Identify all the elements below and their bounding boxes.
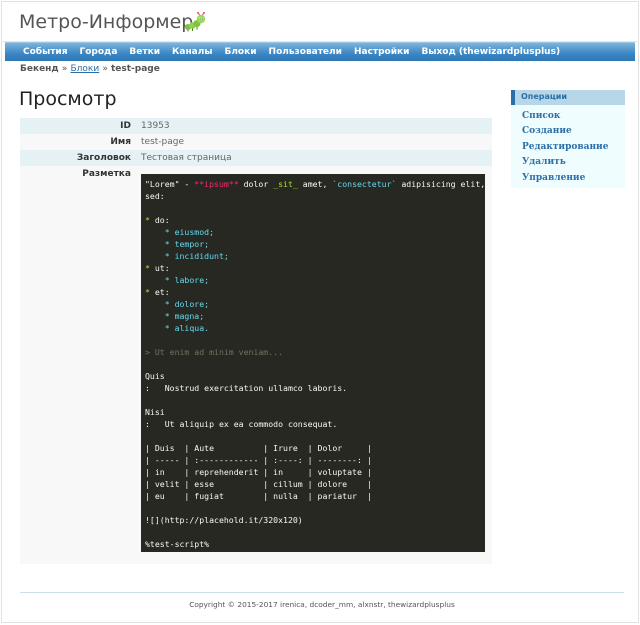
detail-label: Разметка	[20, 166, 135, 564]
markup-code-block: "Lorem" - **ipsum** dolor _sit_ amet, `c…	[141, 174, 485, 552]
footer: Copyright © 2015-2017 irenica, dcoder_mm…	[20, 592, 624, 609]
code-line: | in | reprehenderit | in | voluptate |	[145, 467, 372, 477]
detail-row-markup: Разметка "Lorem" - **ipsum** dolor _sit_…	[20, 166, 492, 564]
code-line: sed:	[145, 191, 165, 201]
footer-copyright: Copyright © 2015-2017 irenica, dcoder_mm…	[189, 600, 455, 609]
code-line: * do:	[145, 215, 170, 225]
detail-label: Заголовок	[20, 150, 135, 166]
menu-item-users[interactable]: Пользователи	[263, 43, 348, 58]
code-line: | ----- | :------------ | :----: | -----…	[145, 455, 372, 465]
sidebar-item-delete[interactable]: Удалить	[522, 155, 625, 170]
code-line: | velit | esse | cillum | dolore |	[145, 479, 372, 489]
code-line: * ut:	[145, 263, 170, 273]
sidebar-item-list[interactable]: Список	[522, 109, 625, 124]
sidebar-title: Операции	[511, 90, 625, 105]
code-line: %test-script%	[145, 539, 210, 549]
page-title: Просмотр	[19, 88, 117, 110]
menu-item-cities[interactable]: Города	[74, 43, 124, 58]
code-line: * incididunt;	[164, 251, 229, 261]
code-line: ![](http://placehold.it/320x120)	[145, 515, 303, 525]
caterpillar-icon	[184, 12, 206, 32]
code-line: * eiusmod;	[164, 227, 215, 237]
menu-item-blocks[interactable]: Блоки	[218, 43, 262, 58]
sidebar-item-edit[interactable]: Редактирование	[522, 140, 625, 155]
detail-row-name: Имя test-page	[20, 134, 492, 150]
code-line: * labore;	[164, 275, 210, 285]
header: Метро-Информер	[2, 2, 638, 42]
breadcrumb-link-blocks[interactable]: Блоки	[70, 64, 99, 74]
code-line: * dolore;	[164, 299, 210, 309]
detail-row-title: Заголовок Тестовая страница	[20, 150, 492, 166]
code-line: "Lorem" - **ipsum** dolor _sit_ amet, `c…	[145, 179, 485, 189]
breadcrumb-root: Бекенд	[20, 64, 59, 74]
code-line: > Ut enim ad minim veniam...	[145, 347, 284, 357]
menu-item-logout[interactable]: Выход (thewizardplusplus)	[415, 43, 566, 58]
detail-label: ID	[20, 118, 135, 134]
code-line: : Nostrud exercitation ullamco laboris.	[145, 383, 348, 393]
code-line: * tempor;	[164, 239, 210, 249]
detail-value: "Lorem" - **ipsum** dolor _sit_ amet, `c…	[135, 166, 492, 564]
breadcrumb: Бекенд » Блоки » test-page	[20, 64, 160, 74]
detail-value: Тестовая страница	[135, 150, 492, 166]
menu-item-channels[interactable]: Каналы	[166, 43, 218, 58]
breadcrumb-current: test-page	[110, 64, 160, 74]
breadcrumb-separator: »	[61, 64, 68, 74]
code-line: : Ut aliquip ex ea commodo consequat.	[145, 419, 338, 429]
main-menu: События Города Ветки Каналы Блоки Пользо…	[5, 42, 635, 61]
code-line: * magna;	[164, 311, 205, 321]
detail-value: test-page	[135, 134, 492, 150]
menu-item-lines[interactable]: Ветки	[123, 43, 166, 58]
menu-item-events[interactable]: События	[23, 43, 74, 58]
breadcrumb-separator: »	[102, 64, 108, 74]
detail-label: Имя	[20, 134, 135, 150]
operations-sidebar: Операции Список Создание Редактирование …	[511, 90, 625, 188]
detail-row-id: ID 13953	[20, 118, 492, 134]
code-line: * et:	[145, 287, 170, 297]
code-line: | eu | fugiat | nulla | pariatur |	[145, 491, 372, 501]
menu-item-settings[interactable]: Настройки	[348, 43, 416, 58]
code-line: Quis	[145, 371, 165, 381]
code-line: Nisi	[145, 407, 165, 417]
code-line: * aliqua.	[164, 323, 210, 333]
site-title[interactable]: Метро-Информер	[19, 11, 193, 33]
sidebar-item-manage[interactable]: Управление	[522, 171, 625, 186]
page: Метро-Информер События Города Ветки Кана…	[1, 1, 639, 623]
detail-view: ID 13953 Имя test-page Заголовок Тестова…	[20, 118, 492, 564]
code-line: | Duis | Aute | Irure | Dolor |	[145, 443, 372, 453]
detail-value: 13953	[135, 118, 492, 134]
sidebar-item-create[interactable]: Создание	[522, 124, 625, 139]
